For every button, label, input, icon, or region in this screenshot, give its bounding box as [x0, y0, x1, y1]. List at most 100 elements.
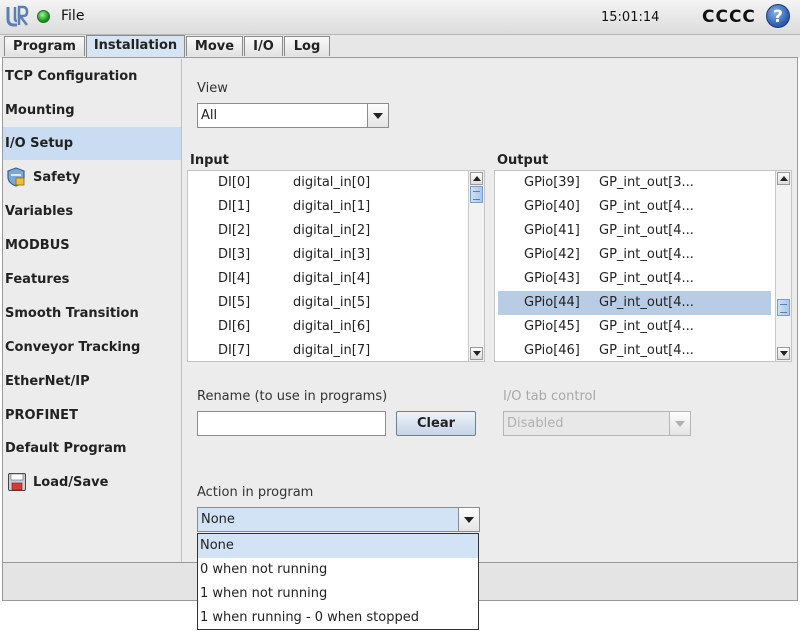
- output-scrollbar[interactable]: [775, 171, 791, 361]
- option-none[interactable]: None: [198, 534, 478, 558]
- scroll-thumb[interactable]: [470, 186, 483, 203]
- input-id: DI[0]: [218, 175, 251, 190]
- scroll-up-icon[interactable]: [470, 172, 483, 185]
- table-row[interactable]: GPio[44] GP_int_out[4...: [498, 291, 771, 315]
- input-name: digital_in[2]: [293, 223, 371, 238]
- scroll-down-icon[interactable]: [470, 347, 483, 360]
- option-1-when-running-0-when-stopped[interactable]: 1 when running - 0 when stopped: [198, 606, 478, 630]
- chevron-down-icon[interactable]: [458, 508, 479, 531]
- input-header: Input: [190, 153, 229, 168]
- sidebar-item-mounting[interactable]: Mounting: [3, 94, 181, 127]
- view-select[interactable]: All: [197, 103, 389, 128]
- table-row[interactable]: DI[7] digital_in[7]: [188, 339, 469, 361]
- action-select-value: None: [201, 512, 235, 527]
- table-row[interactable]: DI[2] digital_in[2]: [188, 219, 469, 243]
- table-row[interactable]: DI[5] digital_in[5]: [188, 291, 469, 315]
- table-row[interactable]: GPio[41] GP_int_out[4...: [495, 219, 776, 243]
- table-row[interactable]: GPio[39] GP_int_out[3...: [495, 171, 776, 195]
- input-scrollbar[interactable]: [468, 171, 484, 361]
- tab-io[interactable]: I/O: [244, 36, 283, 56]
- tab-log[interactable]: Log: [284, 36, 330, 56]
- table-row[interactable]: DI[6] digital_in[6]: [188, 315, 469, 339]
- input-name: digital_in[3]: [293, 247, 371, 262]
- table-row[interactable]: GPio[40] GP_int_out[4...: [495, 195, 776, 219]
- input-id: DI[3]: [218, 247, 251, 262]
- tab-installation[interactable]: Installation: [86, 35, 185, 58]
- sidebar-item-safety[interactable]: Safety: [3, 161, 181, 194]
- input-name: digital_in[1]: [293, 199, 371, 214]
- clear-button[interactable]: Clear: [396, 411, 476, 436]
- sidebar-item-conveyor-tracking[interactable]: Conveyor Tracking: [3, 331, 181, 364]
- sidebar-item-label: EtherNet/IP: [5, 374, 90, 389]
- sidebar-item-label: I/O Setup: [5, 136, 74, 151]
- output-name: GP_int_out[4...: [599, 343, 694, 358]
- sidebar-item-label: Features: [5, 272, 70, 287]
- file-menu[interactable]: File: [61, 8, 84, 24]
- output-id: GPio[46]: [524, 343, 580, 358]
- sidebar-item-label: Conveyor Tracking: [5, 340, 141, 355]
- sidebar-item-label: Default Program: [5, 441, 127, 456]
- option-1-when-not-running[interactable]: 1 when not running: [198, 582, 478, 606]
- floppy-disk-icon: [8, 473, 26, 491]
- sidebar-item-load-save[interactable]: Load/Save: [3, 466, 181, 499]
- clock: 15:01:14: [601, 10, 660, 25]
- output-id: GPio[39]: [524, 175, 580, 190]
- tab-program[interactable]: Program: [4, 36, 85, 56]
- sidebar-item-label: Load/Save: [33, 475, 109, 490]
- shield-icon: [7, 167, 25, 187]
- sidebar-item-ethernet-ip[interactable]: EtherNet/IP: [3, 365, 181, 398]
- input-list[interactable]: DI[0] digital_in[0] DI[1] digital_in[1] DI…: [187, 170, 485, 362]
- sidebar-item-features[interactable]: Features: [3, 263, 181, 296]
- input-id: DI[5]: [218, 295, 251, 310]
- io-tab-control-value: Disabled: [507, 416, 564, 431]
- table-row[interactable]: GPio[46] GP_int_out[4...: [495, 339, 776, 361]
- chevron-down-icon[interactable]: [367, 104, 388, 127]
- output-name: GP_int_out[4...: [599, 247, 694, 262]
- rename-input[interactable]: [197, 411, 386, 436]
- sidebar-item-io-setup[interactable]: I/O Setup: [3, 127, 181, 160]
- table-row[interactable]: GPio[42] GP_int_out[4...: [495, 243, 776, 267]
- sidebar-item-profinet[interactable]: PROFINET: [3, 399, 181, 432]
- sidebar-item-label: Mounting: [5, 103, 75, 118]
- input-id: DI[1]: [218, 199, 251, 214]
- sidebar-item-variables[interactable]: Variables: [3, 195, 181, 228]
- scroll-thumb[interactable]: [777, 299, 790, 316]
- sidebar-item-label: Safety: [33, 170, 81, 185]
- title-bar: [0, 0, 800, 35]
- sidebar-item-label: MODBUS: [5, 238, 70, 253]
- input-id: DI[2]: [218, 223, 251, 238]
- view-label: View: [197, 81, 228, 96]
- sidebar-item-default-program[interactable]: Default Program: [3, 432, 181, 465]
- table-row[interactable]: DI[0] digital_in[0]: [188, 171, 469, 195]
- table-row[interactable]: DI[3] digital_in[3]: [188, 243, 469, 267]
- sidebar-item-tcp-configuration[interactable]: TCP Configuration: [3, 60, 181, 93]
- action-select[interactable]: None: [197, 507, 480, 532]
- input-name: digital_in[0]: [293, 175, 371, 190]
- sidebar-item-label: Variables: [5, 204, 74, 219]
- output-list[interactable]: GPio[39] GP_int_out[3... GPio[40] GP_int_o…: [494, 170, 792, 362]
- table-row[interactable]: GPio[43] GP_int_out[4...: [495, 267, 776, 291]
- sidebar-item-modbus[interactable]: MODBUS: [3, 229, 181, 262]
- table-row[interactable]: DI[4] digital_in[4]: [188, 267, 469, 291]
- scroll-down-icon[interactable]: [777, 347, 790, 360]
- table-row[interactable]: DI[1] digital_in[1]: [188, 195, 469, 219]
- output-name: GP_int_out[4...: [599, 271, 694, 286]
- action-label: Action in program: [197, 485, 314, 500]
- output-name: GP_int_out[4...: [599, 223, 694, 238]
- action-dropdown-list[interactable]: None 0 when not running 1 when not runni…: [197, 533, 479, 630]
- input-name: digital_in[6]: [293, 319, 371, 334]
- output-id: GPio[42]: [524, 247, 580, 262]
- input-name: digital_in[7]: [293, 343, 371, 358]
- sidebar-item-label: PROFINET: [5, 408, 78, 423]
- tab-move[interactable]: Move: [186, 36, 243, 56]
- sidebar-item-smooth-transition[interactable]: Smooth Transition: [3, 297, 181, 330]
- help-icon[interactable]: ?: [766, 4, 790, 28]
- robot-name: CCCC: [702, 7, 756, 27]
- output-name: GP_int_out[4...: [599, 319, 694, 334]
- input-id: DI[6]: [218, 319, 251, 334]
- output-name: GP_int_out[3...: [599, 175, 694, 190]
- scroll-up-icon[interactable]: [777, 172, 790, 185]
- table-row[interactable]: GPio[45] GP_int_out[4...: [495, 315, 776, 339]
- option-0-when-not-running[interactable]: 0 when not running: [198, 558, 478, 582]
- input-name: digital_in[4]: [293, 271, 371, 286]
